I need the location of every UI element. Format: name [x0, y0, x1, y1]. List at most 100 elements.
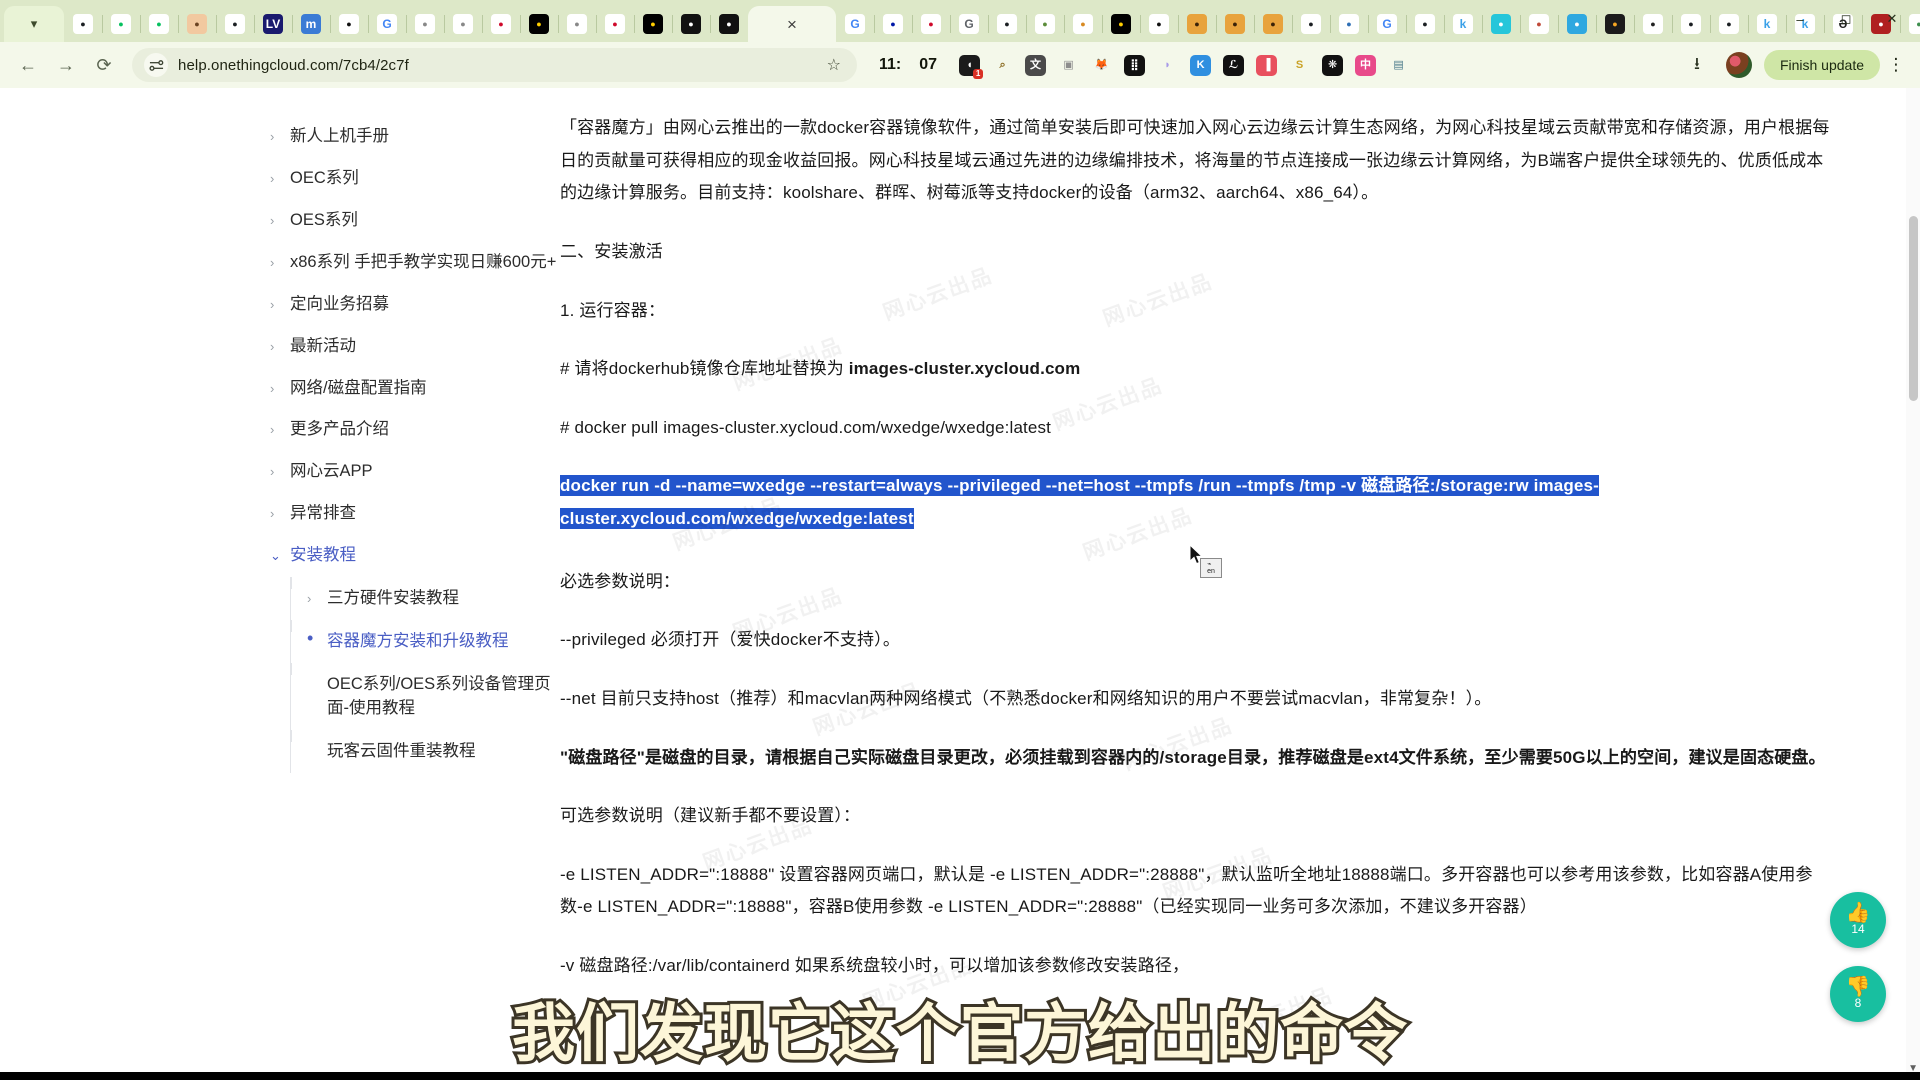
tab-zhihu-icon[interactable]: ● — [406, 6, 444, 42]
tab-google-icon[interactable]: G — [1368, 6, 1406, 42]
tab-github-icon[interactable]: ● — [64, 6, 102, 42]
kebab-menu-icon[interactable]: ⋮ — [1882, 55, 1910, 75]
chevron-right-icon[interactable]: › — [270, 293, 281, 315]
tab-rocket-icon[interactable]: ● — [1596, 6, 1634, 42]
sidebar-item[interactable]: › 网络/磁盘配置指南 — [270, 368, 560, 410]
chevron-right-icon[interactable]: › — [270, 460, 281, 482]
tab-google-icon[interactable]: G — [836, 6, 874, 42]
url-text[interactable]: help.onethingcloud.com/7cb4/2c7f — [178, 57, 817, 74]
sidebar-item[interactable]: › 定向业务招募 — [270, 284, 560, 326]
reload-icon[interactable]: ⟳ — [86, 47, 122, 83]
snowflake-extension[interactable]: ❋ — [1316, 49, 1349, 82]
seal-extension[interactable]: ▤ — [1382, 49, 1415, 82]
tune-icon[interactable] — [144, 53, 168, 77]
close-tab-icon[interactable]: × — [787, 16, 797, 33]
chevron-right-icon[interactable]: › — [270, 209, 281, 231]
tab-google-icon[interactable]: G — [368, 6, 406, 42]
tab-eye-icon[interactable]: ● — [1634, 6, 1672, 42]
script-extension[interactable]: ℒ — [1217, 49, 1250, 82]
forward-arrow-icon[interactable]: → — [48, 47, 84, 83]
sidebar-subitem[interactable]: › 三方硬件安装教程 — [291, 577, 560, 620]
profile-avatar[interactable] — [1725, 52, 1752, 78]
tab-broken-link-icon[interactable]: ● — [1520, 6, 1558, 42]
tab-loading-icon[interactable]: ● — [1064, 6, 1102, 42]
sidebar-item[interactable]: › 网心云APP — [270, 451, 560, 493]
sidebar-item[interactable]: › 最新活动 — [270, 326, 560, 368]
sidebar-item[interactable]: › 异常排查 — [270, 493, 560, 535]
metamask-extension[interactable]: 🦊 — [1085, 49, 1118, 82]
tab-kimi-icon[interactable]: k — [1444, 6, 1482, 42]
tab-qr-code-icon[interactable]: ● — [1254, 6, 1292, 42]
tab-earth-icon[interactable]: ● — [1330, 6, 1368, 42]
address-bar[interactable]: help.onethingcloud.com/7cb4/2c7f ☆ — [132, 48, 857, 82]
chevron-right-icon[interactable]: › — [270, 167, 281, 189]
ghost-extension[interactable]: ◗ — [1151, 49, 1184, 82]
chevron-right-icon[interactable]: › — [270, 502, 281, 524]
docker-run-command[interactable]: docker run -d --name=wxedge --restart=al… — [560, 470, 1830, 535]
star-icon[interactable]: ☆ — [827, 55, 841, 75]
tab-qr-code-icon[interactable]: ● — [1178, 6, 1216, 42]
sidebar-item[interactable]: ⌄ 安装教程 — [270, 535, 560, 577]
tab-github-icon[interactable]: ● — [1406, 6, 1444, 42]
sidebar-item[interactable]: › 更多产品介绍 — [270, 409, 560, 451]
sidebar-item[interactable]: › x86系列 手把手教学实现日赚600元+ — [270, 242, 560, 284]
sidebar-item[interactable]: › OEC系列 — [270, 158, 560, 200]
chinese-translate-extension[interactable]: 中 — [1349, 49, 1382, 82]
tab-huawei-icon[interactable]: ● — [596, 6, 634, 42]
tab-wechat-icon[interactable]: ● — [140, 6, 178, 42]
vertical-scrollbar[interactable]: ▼ — [1906, 88, 1920, 1080]
thumbs-up-button[interactable]: 👍 14 — [1830, 892, 1886, 948]
magnifier-extension[interactable]: ⌕ — [986, 49, 1019, 82]
tab-github-icon[interactable]: ● — [1710, 6, 1748, 42]
sidebar-subitem[interactable]: 玩客云固件重装教程 — [291, 730, 560, 773]
sidebar-subitem[interactable]: OEC系列/OES系列设备管理页面-使用教程 — [291, 662, 560, 731]
pocket-extension[interactable]: ▐ — [1250, 49, 1283, 82]
sidebar-item[interactable]: › OES系列 — [270, 200, 560, 242]
tab-zhihu-icon[interactable]: ● — [444, 6, 482, 42]
tab-zhihu-icon[interactable]: ● — [558, 6, 596, 42]
tab-huawei-icon[interactable]: ● — [912, 6, 950, 42]
thumbs-down-button[interactable]: 👎 8 — [1830, 966, 1886, 1022]
tab-qr-code-icon[interactable]: ● — [1216, 6, 1254, 42]
active-tab[interactable]: × — [748, 6, 836, 42]
translate-extension[interactable]: 文 — [1019, 49, 1052, 82]
tab-germany-flag-icon[interactable]: ● — [520, 6, 558, 42]
tab-huawei-icon[interactable]: ● — [482, 6, 520, 42]
tab-openai-icon[interactable]: ● — [1140, 6, 1178, 42]
keepa-extension[interactable]: K — [1184, 49, 1217, 82]
close-window-button[interactable]: ✕ — [1870, 2, 1914, 36]
tab-github-icon[interactable]: ● — [988, 6, 1026, 42]
sider-extension[interactable]: S — [1283, 49, 1316, 82]
maximize-button[interactable]: ◻ — [1824, 2, 1868, 36]
tab-github-loading-icon[interactable]: ● — [1672, 6, 1710, 42]
sidebar-subitem[interactable]: • 容器魔方安装和升级教程 — [291, 619, 560, 663]
tab-avatar-icon[interactable]: ● — [178, 6, 216, 42]
tab-wechat-icon[interactable]: ● — [102, 6, 140, 42]
selected-command-text[interactable]: docker run -d --name=wxedge --restart=al… — [560, 475, 1599, 529]
tab-germany-flag-icon[interactable]: ● — [1102, 6, 1140, 42]
tab-onething-cloud-icon[interactable]: ● — [710, 6, 748, 42]
sidebar-item[interactable]: › 新人上机手册 — [270, 116, 560, 158]
finish-update-button[interactable]: Finish update — [1763, 50, 1880, 80]
chevron-right-icon[interactable]: › — [270, 251, 281, 273]
tab-google-icon[interactable]: G — [950, 6, 988, 42]
screenshot-extension[interactable]: ▣ — [1052, 49, 1085, 82]
dark-reader-extension[interactable]: ◖ 1 — [953, 49, 986, 82]
download-icon[interactable]: ⭳ — [1680, 48, 1714, 82]
grid-extension[interactable]: ⣿ — [1118, 49, 1151, 82]
tab-lv-logo-icon[interactable]: LV — [254, 6, 292, 42]
tab-loading-icon[interactable]: ● — [1026, 6, 1064, 42]
tab-book-icon[interactable]: ● — [1482, 6, 1520, 42]
tab-germany-flag-icon[interactable]: ● — [634, 6, 672, 42]
scrollbar-thumb[interactable] — [1909, 216, 1918, 401]
chevron-right-icon[interactable]: › — [270, 125, 281, 147]
tab-onething-cloud-icon[interactable]: ● — [672, 6, 710, 42]
minimize-button[interactable]: – — [1778, 2, 1822, 36]
chevron-right-icon[interactable]: › — [270, 418, 281, 440]
tab-openai-icon[interactable]: ● — [330, 6, 368, 42]
chevron-right-icon[interactable]: › — [307, 586, 318, 609]
back-arrow-icon[interactable]: ← — [10, 47, 46, 83]
chevron-right-icon[interactable]: › — [270, 335, 281, 357]
tab-mastodon-icon[interactable]: m — [292, 6, 330, 42]
tab-github-loading-icon[interactable]: ● — [1292, 6, 1330, 42]
